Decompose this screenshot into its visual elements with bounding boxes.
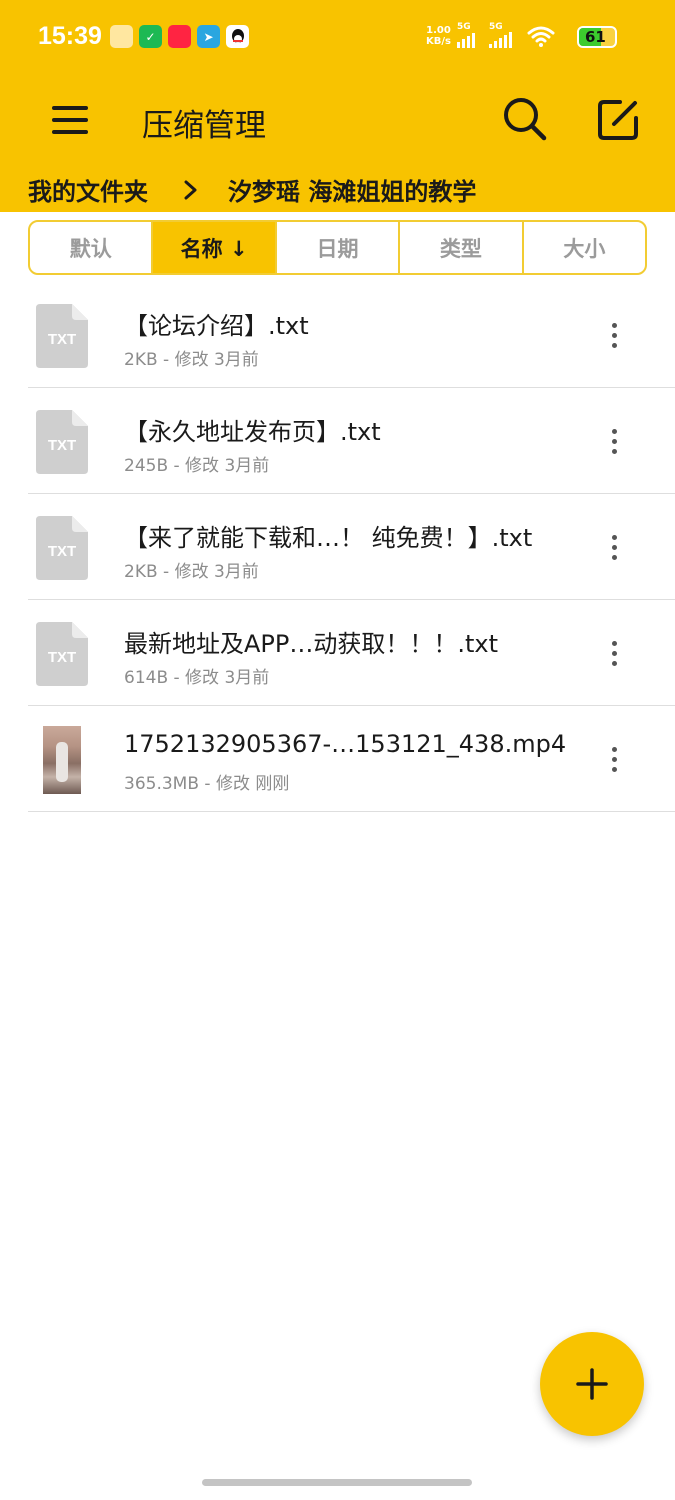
plus-icon <box>576 1368 608 1400</box>
battery-percent: 61 <box>585 28 606 46</box>
notification-icons: ✓ ➤ <box>110 25 249 48</box>
file-list: TXT 【论坛介绍】.txt 2KB - 修改 3月前 TXT 【永久地址发布页… <box>0 282 675 812</box>
more-vert-icon[interactable] <box>602 320 626 350</box>
file-icon-label: TXT <box>48 437 76 454</box>
list-item[interactable]: 1752132905367-…153121_438.mp4 365.3MB - … <box>0 706 675 812</box>
sort-tabs: 默认 名称 ↓ 日期 类型 大小 <box>28 220 647 275</box>
list-item[interactable]: TXT 【永久地址发布页】.txt 245B - 修改 3月前 <box>0 388 675 494</box>
network-speed-unit: KB/s <box>426 36 451 47</box>
video-thumbnail <box>43 726 81 794</box>
sort-tab-name[interactable]: 名称 ↓ <box>153 222 277 273</box>
status-time: 15:39 <box>38 22 102 50</box>
list-item[interactable]: TXT 【来了就能下载和…！ 纯免费！】.txt 2KB - 修改 3月前 <box>0 494 675 600</box>
file-name: 【永久地址发布页】.txt <box>124 418 381 446</box>
file-name: 【来了就能下载和…！ 纯免费！】.txt <box>124 524 533 552</box>
edit-icon[interactable] <box>594 94 644 144</box>
breadcrumb-current[interactable]: 汐梦瑶 海滩姐姐的教学 <box>228 172 476 207</box>
menu-icon[interactable] <box>48 100 94 140</box>
sim1-signal-icon: 5G <box>457 22 483 48</box>
more-vert-icon[interactable] <box>602 532 626 562</box>
file-meta: 2KB - 修改 3月前 <box>124 350 259 370</box>
more-vert-icon[interactable] <box>602 744 626 774</box>
file-name: 最新地址及APP…动获取！！！.txt <box>124 630 499 658</box>
network-speed: 1.00 KB/s <box>426 25 451 47</box>
sim1-label: 5G <box>457 22 471 32</box>
checklist-icon: ✓ <box>139 25 162 48</box>
sim2-label: 5G <box>489 22 503 32</box>
notes-icon <box>110 25 133 48</box>
add-button[interactable] <box>540 1332 644 1436</box>
wifi-icon <box>527 26 555 47</box>
page-title: 压缩管理 <box>142 108 266 144</box>
file-name: 【论坛介绍】.txt <box>124 312 309 340</box>
qq-icon <box>226 25 249 48</box>
chevron-right-icon <box>184 180 197 199</box>
file-name: 1752132905367-…153121_438.mp4 <box>124 730 567 758</box>
file-meta: 2KB - 修改 3月前 <box>124 562 259 582</box>
sort-tab-type[interactable]: 类型 <box>400 222 524 273</box>
breadcrumb: 我的文件夹 汐梦瑶 海滩姐姐的教学 <box>28 172 476 207</box>
telegram-icon: ➤ <box>197 25 220 48</box>
file-icon-label: TXT <box>48 543 76 560</box>
file-meta: 614B - 修改 3月前 <box>124 668 270 688</box>
more-vert-icon[interactable] <box>602 638 626 668</box>
home-indicator[interactable] <box>202 1479 472 1486</box>
battery-icon: 61 <box>577 26 617 48</box>
sort-tab-default[interactable]: 默认 <box>30 222 154 273</box>
status-bar: 15:39 ✓ ➤ 1.00 KB/s 5G 5G 61 <box>0 0 675 76</box>
app-bar: 压缩管理 我的文件夹 汐梦瑶 海滩姐姐的教学 <box>0 76 675 212</box>
txt-file-icon: TXT <box>36 304 88 368</box>
file-icon-label: TXT <box>48 649 76 666</box>
network-speed-value: 1.00 <box>426 25 451 36</box>
search-icon[interactable] <box>500 94 550 144</box>
sim2-signal-icon: 5G <box>489 22 521 48</box>
sort-tab-size[interactable]: 大小 <box>524 222 645 273</box>
redbook-icon <box>168 25 191 48</box>
breadcrumb-root[interactable]: 我的文件夹 <box>28 172 148 207</box>
sort-tab-date[interactable]: 日期 <box>277 222 401 273</box>
more-vert-icon[interactable] <box>602 426 626 456</box>
status-indicators: 1.00 KB/s 5G 5G <box>426 22 555 48</box>
txt-file-icon: TXT <box>36 516 88 580</box>
txt-file-icon: TXT <box>36 410 88 474</box>
list-item[interactable]: TXT 最新地址及APP…动获取！！！.txt 614B - 修改 3月前 <box>0 600 675 706</box>
file-meta: 365.3MB - 修改 刚刚 <box>124 774 290 794</box>
file-icon-label: TXT <box>48 331 76 348</box>
txt-file-icon: TXT <box>36 622 88 686</box>
file-meta: 245B - 修改 3月前 <box>124 456 270 476</box>
list-item[interactable]: TXT 【论坛介绍】.txt 2KB - 修改 3月前 <box>0 282 675 388</box>
